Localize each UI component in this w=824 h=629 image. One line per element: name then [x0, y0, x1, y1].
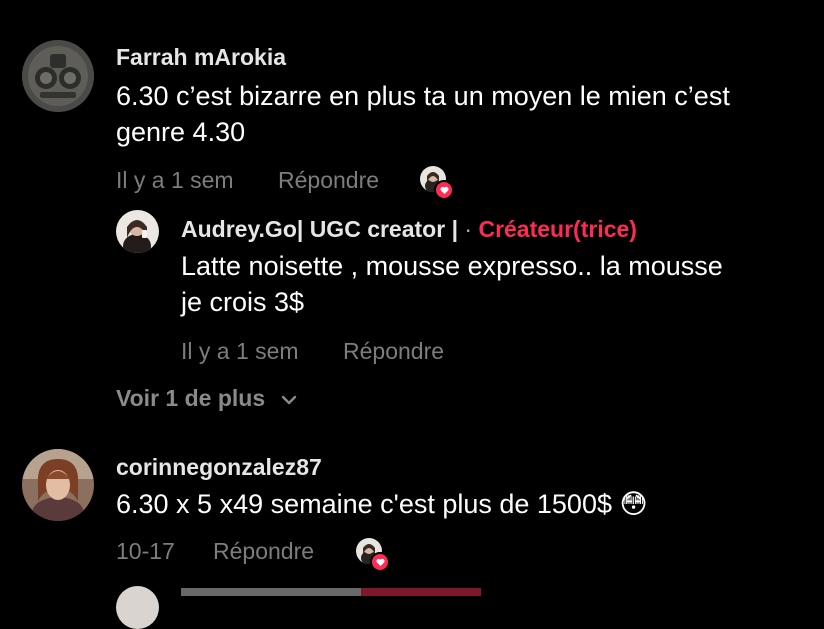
- comment-username[interactable]: corinnegonzalez87: [116, 454, 322, 481]
- comment-text-line: genre 4.30: [116, 117, 246, 147]
- next-reply-username-cutoff: [181, 588, 481, 596]
- reply-button[interactable]: Répondre: [278, 167, 379, 194]
- woman-portrait-avatar: [22, 449, 94, 521]
- next-reply-avatar[interactable]: [116, 586, 159, 629]
- reply-item: Audrey.Go| UGC creator | · Créateur(tric…: [0, 200, 824, 370]
- commenter-avatar[interactable]: [22, 40, 94, 112]
- comment-text: 6.30 c’est bizarre en plus ta un moyen l…: [116, 78, 816, 150]
- comment-item: corinnegonzalez87 6.30 x 5 x49 semaine c…: [0, 440, 824, 580]
- comment-text: 6.30 x 5 x49 semaine c'est plus de 1500$…: [116, 489, 648, 519]
- comment-item: Farrah mArokia 6.30 c’est bizarre en plu…: [0, 0, 824, 200]
- view-more-label: Voir 1 de plus: [116, 385, 266, 411]
- reply-text-line: je crois 3$: [181, 287, 305, 317]
- view-more-replies-button[interactable]: Voir 1 de plus: [116, 385, 298, 412]
- creator-liked-indicator: [356, 538, 390, 572]
- badge-emblem-avatar: [22, 40, 94, 112]
- separator-dot: ·: [464, 216, 473, 242]
- comment-timestamp: 10-17: [116, 538, 175, 564]
- reply-username[interactable]: Audrey.Go| UGC creator |: [181, 216, 458, 242]
- reply-button[interactable]: Répondre: [213, 538, 314, 565]
- reply-avatar[interactable]: [116, 210, 159, 253]
- reply-button[interactable]: Répondre: [343, 338, 444, 365]
- commenter-avatar[interactable]: [22, 449, 94, 521]
- reply-username-line: Audrey.Go| UGC creator | · Créateur(tric…: [181, 216, 637, 243]
- heart-icon: [434, 180, 454, 200]
- comment-timestamp: Il y a 1 sem: [116, 167, 234, 193]
- reply-text-line: Latte noisette , mousse expresso.. la mo…: [181, 251, 723, 281]
- creator-avatar-icon: [116, 210, 159, 253]
- chevron-down-icon: [281, 395, 296, 405]
- reply-text: Latte noisette , mousse expresso.. la mo…: [181, 248, 811, 320]
- creator-liked-indicator: [420, 166, 454, 200]
- reply-timestamp: Il y a 1 sem: [181, 338, 299, 364]
- heart-icon: [370, 552, 390, 572]
- comment-username[interactable]: Farrah mArokia: [116, 44, 286, 71]
- comment-text-line: 6.30 c’est bizarre en plus ta un moyen l…: [116, 81, 730, 111]
- creator-badge: Créateur(trice): [478, 216, 637, 242]
